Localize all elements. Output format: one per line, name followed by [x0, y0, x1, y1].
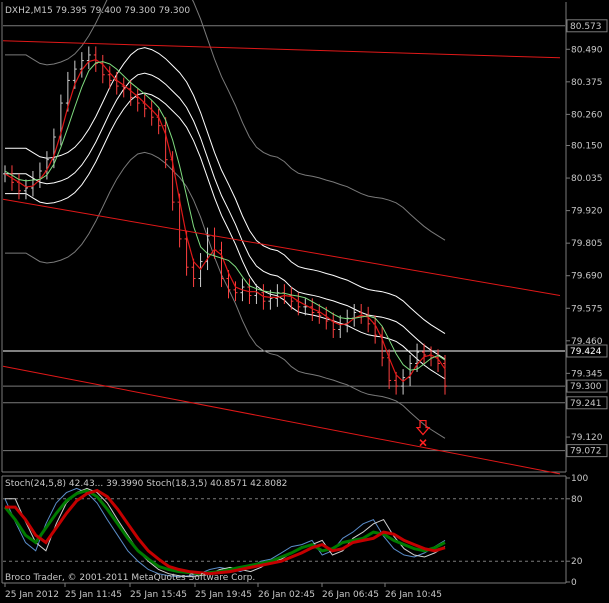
price-axis: 80.490 80.375 80.260 80.150 80.035 79.920 79.8… — [566, 19, 608, 458]
time-tick-label: 26 Jan 10:45 — [385, 590, 442, 600]
price-tick-label: 80.490 — [571, 45, 603, 55]
price-chart[interactable]: 80.490 80.375 80.260 80.150 80.035 79.920 79.8… — [0, 0, 609, 603]
price-label: 79.424 — [570, 347, 602, 357]
stoch-header: Stoch(24,5,8) 42.43... 39.3990 Stoch(18,… — [5, 479, 287, 489]
time-tick-label: 25 Jan 19:45 — [195, 590, 252, 600]
time-tick-label: 25 Jan 11:45 — [65, 590, 122, 600]
time-tick-label: 26 Jan 02:45 — [258, 590, 315, 600]
time-tick-label: 26 Jan 06:45 — [322, 590, 379, 600]
chart-header: DXH2,M15 79.395 79.400 79.300 79.300 — [5, 6, 190, 16]
price-label: 79.241 — [570, 399, 602, 409]
price-label: 80.573 — [570, 22, 602, 32]
time-tick-label: 25 Jan 15:45 — [130, 590, 187, 600]
price-tick-label: 80.375 — [571, 78, 603, 88]
price-tick-label: 79.805 — [571, 239, 603, 249]
price-label: 79.072 — [570, 447, 602, 457]
stoch-tick-label: 0 — [571, 578, 577, 588]
chart-background — [0, 0, 609, 603]
stoch-tick-label: 100 — [571, 474, 588, 484]
price-tick-label: 80.260 — [571, 110, 603, 120]
price-tick-label: 80.035 — [571, 174, 603, 184]
stoch-tick-label: 20 — [571, 557, 583, 567]
price-tick-label: 79.920 — [571, 207, 603, 217]
price-tick-label: 79.690 — [571, 272, 603, 282]
price-tick-label: 79.120 — [571, 433, 603, 443]
stoch-tick-label: 80 — [571, 495, 583, 505]
price-tick-label: 79.575 — [571, 304, 603, 314]
time-tick-label: 25 Jan 2012 — [5, 590, 59, 600]
price-tick-label: 80.150 — [571, 142, 603, 152]
copyright-text: Broco Trader, © 2001-2011 MetaQuotes Sof… — [5, 573, 255, 583]
price-label: 79.300 — [570, 382, 602, 392]
price-tick-label: 79.345 — [571, 369, 603, 379]
